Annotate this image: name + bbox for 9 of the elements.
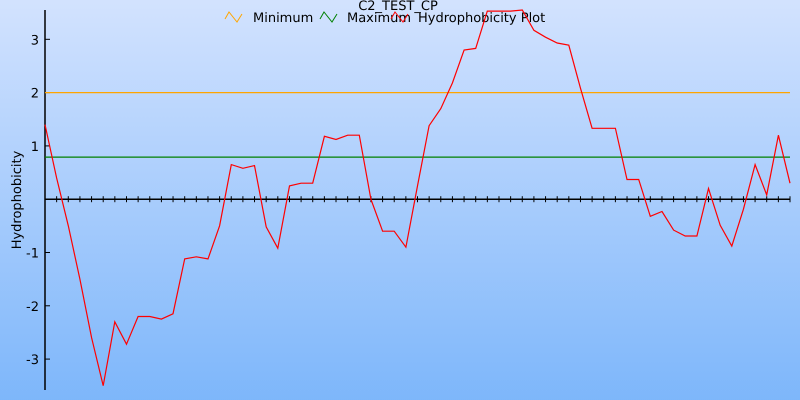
y-tick-label: 3 — [30, 33, 39, 48]
y-tick-label: -2 — [26, 300, 39, 315]
y-axis-title: Hydrophobicity — [10, 150, 25, 250]
legend-label: Minimum — [253, 11, 314, 26]
y-tick-label: -1 — [26, 246, 39, 262]
y-tick-label: 1 — [30, 140, 39, 155]
y-tick-label: 2 — [30, 86, 39, 102]
y-tick-label: -3 — [26, 353, 39, 368]
chart-title: C2_TEST_CP — [358, 0, 438, 14]
